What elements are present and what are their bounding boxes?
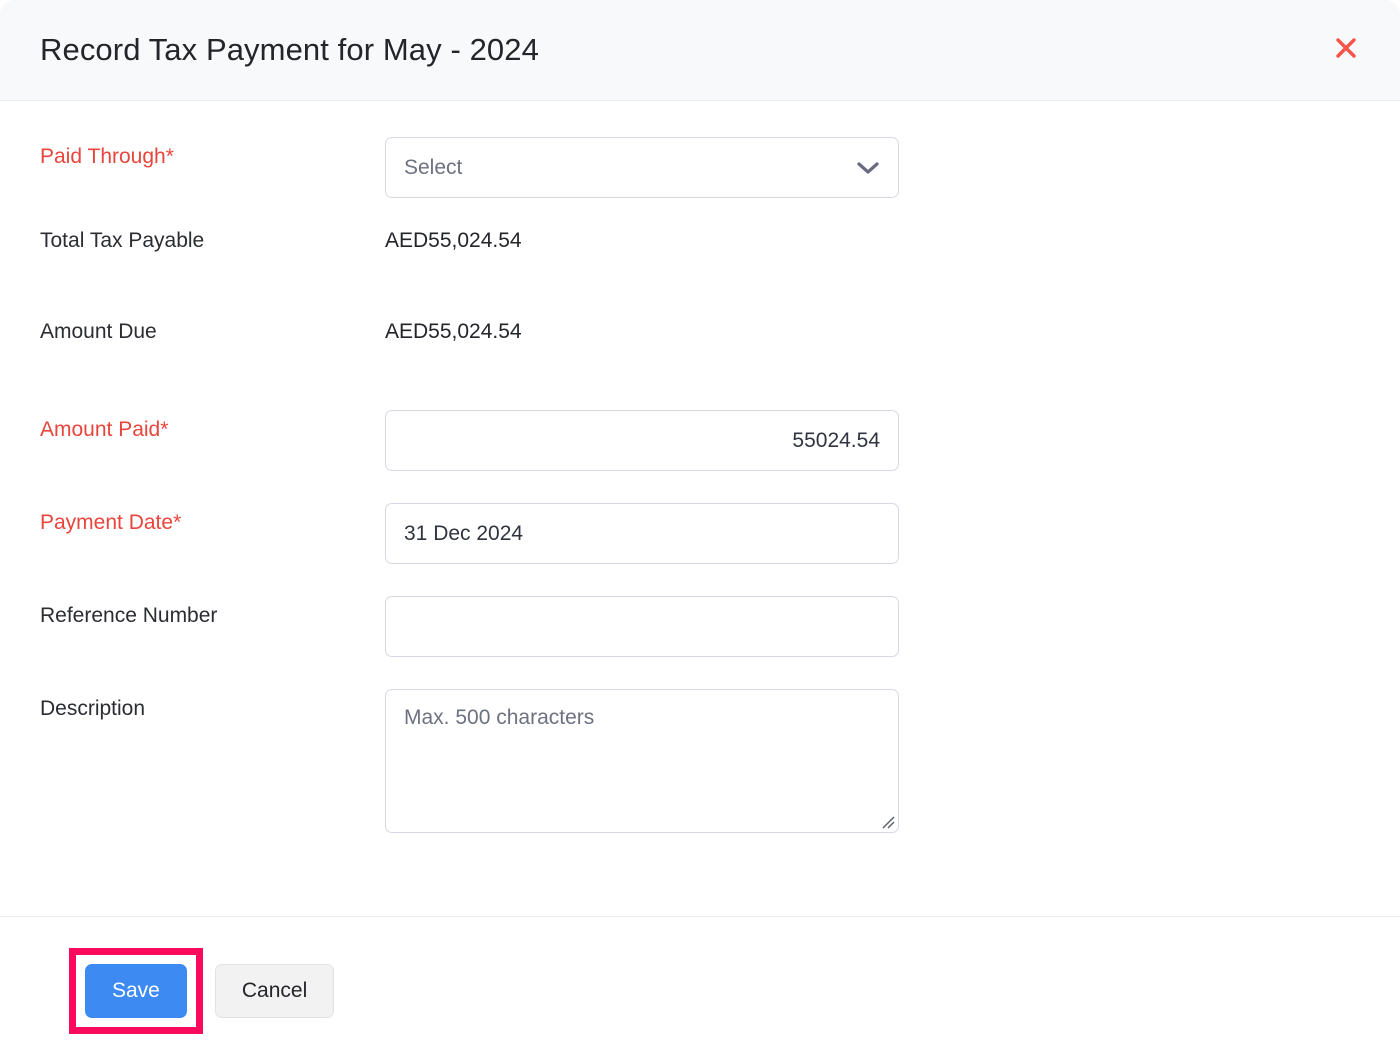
field-row-payment-date: Payment Date*	[40, 503, 1360, 596]
cancel-button[interactable]: Cancel	[214, 963, 335, 1018]
dialog-title: Record Tax Payment for May - 2024	[40, 32, 539, 67]
reference-number-label: Reference Number	[40, 604, 218, 627]
dialog-footer: Save Cancel	[0, 916, 1400, 1064]
field-row-description: Description	[40, 689, 1360, 849]
total-tax-payable-label: Total Tax Payable	[40, 229, 205, 252]
amount-paid-control	[385, 410, 1360, 471]
paid-through-select[interactable]: Select	[385, 137, 899, 198]
description-control	[385, 689, 1360, 833]
description-label: Description	[40, 697, 146, 720]
payment-date-control	[385, 503, 1360, 564]
dialog-body: Paid Through* Select Total Tax Payable A…	[0, 101, 1400, 916]
paid-through-selected-value: Select	[404, 155, 463, 179]
field-row-amount-paid: Amount Paid*	[40, 410, 1360, 503]
field-row-amount-due: Amount Due AED55,024.54	[40, 319, 1360, 410]
amount-due-value: AED55,024.54	[385, 320, 522, 343]
payment-date-input[interactable]	[385, 503, 899, 564]
description-textarea-wrap	[385, 689, 899, 833]
dialog-header: Record Tax Payment for May - 2024	[0, 0, 1400, 101]
amount-due-control: AED55,024.54	[385, 319, 1360, 344]
payment-date-label: Payment Date*	[40, 511, 182, 534]
field-row-paid-through: Paid Through* Select	[40, 137, 1360, 228]
amount-due-label: Amount Due	[40, 320, 157, 343]
amount-paid-label: Amount Paid*	[40, 418, 169, 441]
field-row-reference-number: Reference Number	[40, 596, 1360, 689]
total-tax-payable-value: AED55,024.54	[385, 229, 522, 252]
paid-through-control: Select	[385, 137, 1360, 198]
reference-number-control	[385, 596, 1360, 657]
save-button[interactable]: Save	[85, 963, 187, 1018]
close-icon	[1332, 34, 1360, 62]
paid-through-label: Paid Through*	[40, 145, 174, 168]
field-row-total-tax-payable: Total Tax Payable AED55,024.54	[40, 228, 1360, 319]
reference-number-input[interactable]	[385, 596, 899, 657]
record-tax-payment-dialog: Record Tax Payment for May - 2024 Paid T…	[0, 0, 1400, 1064]
description-textarea[interactable]	[385, 689, 899, 833]
paid-through-select-wrap: Select	[385, 137, 899, 198]
amount-paid-input[interactable]	[385, 410, 899, 471]
close-button[interactable]	[1324, 26, 1368, 70]
total-tax-payable-control: AED55,024.54	[385, 228, 1360, 253]
save-button-highlight: Save	[69, 947, 203, 1034]
